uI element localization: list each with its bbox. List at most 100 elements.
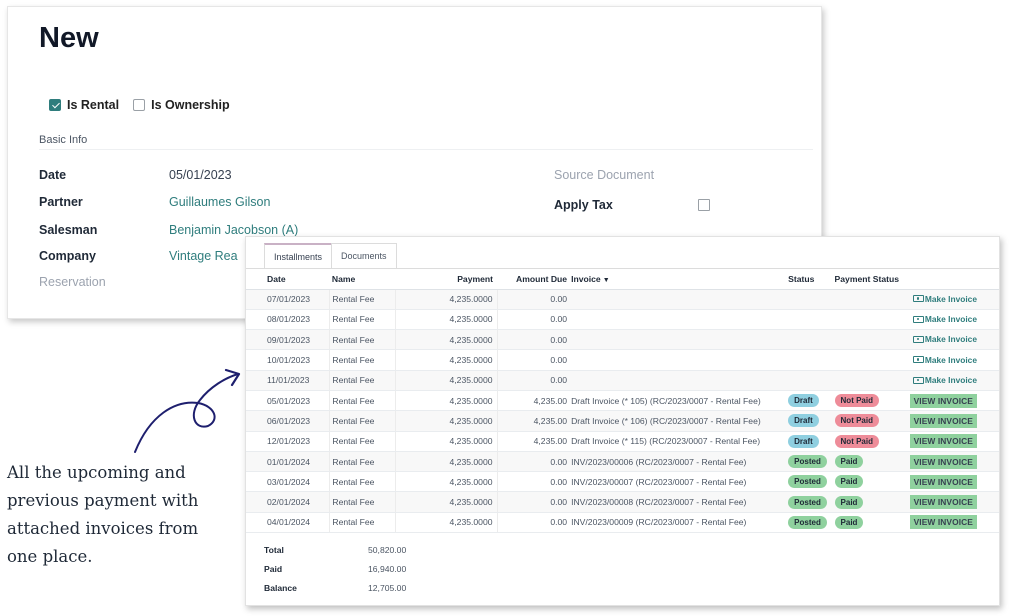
cell-status: Posted	[788, 471, 835, 493]
annotation-line: previous payment with	[7, 491, 199, 510]
make-invoice-button[interactable]: Make Invoice	[912, 375, 977, 385]
cell-date[interactable]: 01/01/2024	[246, 451, 331, 473]
column-status[interactable]: Status	[788, 269, 835, 290]
cell-invoice[interactable]: INV/2023/00006 (RC/2023/0007 - Rental Fe…	[571, 451, 789, 473]
cell-name[interactable]: Rental Fee	[329, 410, 397, 432]
cell-name[interactable]: Rental Fee	[329, 309, 397, 331]
view-invoice-button[interactable]: VIEW INVOICE	[909, 413, 977, 428]
tab-documents[interactable]: Documents	[331, 243, 397, 268]
table-row[interactable]: 11/01/2023 Rental Fee 4,235.0000 0.00 Make I…	[246, 370, 999, 391]
cell-payment[interactable]: 4,235.0000	[395, 471, 498, 493]
cell-payment[interactable]: 4,235.0000	[395, 390, 498, 412]
view-invoice-button[interactable]: VIEW INVOICE	[909, 495, 977, 510]
cell-name[interactable]: Rental Fee	[329, 289, 397, 310]
make-invoice-button[interactable]: Make Invoice	[912, 314, 977, 324]
cell-invoice[interactable]: INV/2023/00009 (RC/2023/0007 - Rental Fe…	[571, 512, 789, 534]
column-invoice[interactable]: Invoice ▼	[571, 269, 789, 290]
cell-date[interactable]: 08/01/2023	[246, 309, 331, 331]
column-name[interactable]: Name	[329, 269, 396, 290]
column-date[interactable]: Date	[246, 269, 330, 290]
table-row[interactable]: 06/01/2023 Rental Fee 4,235.0000 4,235.00 Dr…	[246, 410, 999, 432]
cell-payment[interactable]: 4,235.0000	[395, 370, 498, 391]
partner-link[interactable]: Guillaumes Gilson	[169, 195, 270, 209]
cell-date[interactable]: 09/01/2023	[246, 329, 331, 351]
make-invoice-button[interactable]: Make Invoice	[912, 355, 977, 365]
cell-action: VIEW INVOICE	[909, 431, 999, 452]
cell-name[interactable]: Rental Fee	[329, 451, 397, 473]
cell-date[interactable]: 02/01/2024	[246, 491, 331, 513]
cell-invoice[interactable]	[571, 309, 789, 331]
view-invoice-button[interactable]: VIEW INVOICE	[909, 393, 977, 408]
cell-date[interactable]: 06/01/2023	[246, 410, 331, 432]
cell-payment[interactable]: 4,235.0000	[395, 491, 498, 513]
cell-date[interactable]: 05/01/2023	[246, 390, 331, 412]
make-invoice-button[interactable]: Make Invoice	[912, 334, 977, 345]
is-ownership-checkbox[interactable]: Is Ownership	[133, 98, 230, 112]
cell-action: Make Invoice	[909, 289, 999, 310]
view-invoice-button[interactable]: VIEW INVOICE	[909, 454, 977, 469]
table-row[interactable]: 09/01/2023 Rental Fee 4,235.0000 0.00 Make I…	[246, 329, 999, 351]
cell-name[interactable]: Rental Fee	[329, 329, 397, 351]
table-row[interactable]: 05/01/2023 Rental Fee 4,235.0000 4,235.00 Dr…	[246, 390, 999, 412]
balance-row: Balance 12,705.00	[264, 578, 406, 597]
cell-name[interactable]: Rental Fee	[329, 349, 397, 371]
view-invoice-button[interactable]: VIEW INVOICE	[909, 474, 977, 489]
date-value[interactable]: 05/01/2023	[169, 168, 232, 182]
apply-tax-checkbox[interactable]	[698, 199, 710, 211]
checkbox-unchecked-icon[interactable]	[133, 99, 146, 111]
column-amount-due[interactable]: Amount Due	[497, 269, 572, 290]
table-row[interactable]: 04/01/2024 Rental Fee 4,235.0000 0.00 INV/20…	[246, 512, 999, 534]
cell-invoice[interactable]: Draft Invoice (* 105) (RC/2023/0007 - Re…	[571, 390, 789, 412]
cell-invoice[interactable]: INV/2023/00007 (RC/2023/0007 - Rental Fe…	[571, 471, 789, 493]
view-invoice-button[interactable]: VIEW INVOICE	[909, 515, 977, 530]
cell-payment-status: Paid	[834, 512, 910, 534]
reservation-label: Reservation	[39, 275, 106, 289]
money-bill-icon	[912, 356, 924, 364]
cell-date[interactable]: 11/01/2023	[246, 370, 331, 391]
make-invoice-button[interactable]: Make Invoice	[912, 294, 977, 304]
table-row[interactable]: 01/01/2024 Rental Fee 4,235.0000 0.00 INV/20…	[246, 451, 999, 473]
cell-invoice[interactable]	[571, 329, 789, 351]
cell-name[interactable]: Rental Fee	[329, 370, 397, 391]
cell-invoice[interactable]	[571, 349, 789, 371]
cell-date[interactable]: 10/01/2023	[246, 349, 331, 371]
cell-date[interactable]: 12/01/2023	[246, 431, 331, 452]
cell-name[interactable]: Rental Fee	[329, 512, 397, 534]
column-payment[interactable]: Payment	[395, 269, 498, 290]
cell-payment[interactable]: 4,235.0000	[395, 431, 498, 452]
cell-payment-status: Paid	[834, 451, 910, 473]
cell-name[interactable]: Rental Fee	[329, 471, 397, 493]
table-row[interactable]: 08/01/2023 Rental Fee 4,235.0000 0.00 Make I…	[246, 309, 999, 331]
view-invoice-button[interactable]: VIEW INVOICE	[909, 434, 977, 449]
tab-installments[interactable]: Installments	[264, 243, 333, 268]
cell-payment[interactable]: 4,235.0000	[395, 512, 498, 534]
table-row[interactable]: 03/01/2024 Rental Fee 4,235.0000 0.00 INV/20…	[246, 471, 999, 493]
salesman-link[interactable]: Benjamin Jacobson (A)	[169, 223, 298, 237]
table-row[interactable]: 07/01/2023 Rental Fee 4,235.0000 0.00 Make I…	[246, 289, 999, 310]
cell-invoice[interactable]: INV/2023/00008 (RC/2023/0007 - Rental Fe…	[571, 491, 789, 513]
cell-date[interactable]: 04/01/2024	[246, 512, 331, 534]
table-row[interactable]: 12/01/2023 Rental Fee 4,235.0000 4,235.00 Dr…	[246, 431, 999, 452]
cell-payment[interactable]: 4,235.0000	[395, 349, 498, 371]
cell-payment[interactable]: 4,235.0000	[395, 410, 498, 432]
cell-name[interactable]: Rental Fee	[329, 431, 397, 452]
cell-invoice[interactable]: Draft Invoice (* 106) (RC/2023/0007 - Re…	[571, 410, 789, 432]
cell-payment[interactable]: 4,235.0000	[395, 289, 498, 310]
cell-invoice[interactable]	[571, 370, 789, 391]
cell-name[interactable]: Rental Fee	[329, 390, 397, 412]
cell-payment[interactable]: 4,235.0000	[395, 329, 498, 351]
cell-date[interactable]: 07/01/2023	[246, 289, 331, 310]
make-invoice-label: Make Invoice	[924, 334, 977, 345]
column-payment-status[interactable]: Payment Status	[834, 269, 910, 290]
table-row[interactable]: 10/01/2023 Rental Fee 4,235.0000 0.00 Make I…	[246, 349, 999, 371]
cell-date[interactable]: 03/01/2024	[246, 471, 331, 493]
cell-invoice[interactable]: Draft Invoice (* 115) (RC/2023/0007 - Re…	[571, 431, 789, 452]
cell-payment[interactable]: 4,235.0000	[395, 451, 498, 473]
checkbox-checked-icon[interactable]	[49, 99, 61, 111]
company-link[interactable]: Vintage Rea	[169, 249, 238, 263]
cell-name[interactable]: Rental Fee	[329, 491, 397, 513]
cell-invoice[interactable]	[571, 289, 789, 310]
table-row[interactable]: 02/01/2024 Rental Fee 4,235.0000 0.00 INV/20…	[246, 491, 999, 513]
is-rental-checkbox[interactable]: Is Rental	[49, 98, 119, 112]
cell-payment[interactable]: 4,235.0000	[395, 309, 498, 331]
